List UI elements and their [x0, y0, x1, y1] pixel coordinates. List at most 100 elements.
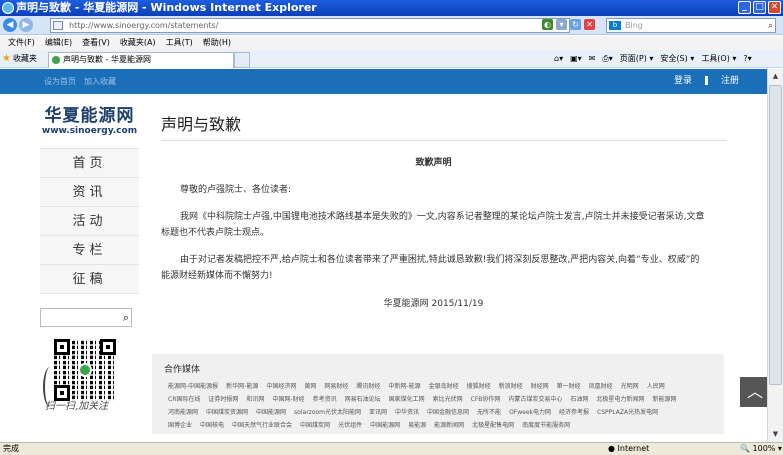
menu-edit[interactable]: 编辑(E) — [45, 38, 72, 47]
partner-link[interactable]: 中国能源网 — [256, 409, 286, 416]
home-icon[interactable]: ⌂▾ — [554, 54, 563, 63]
feeds-icon[interactable]: ▣▾ — [570, 54, 582, 63]
favorites-button[interactable]: 收藏夹 — [13, 50, 37, 68]
nav-home[interactable]: 首页 — [40, 149, 139, 178]
menu-bar: 文件(F) 编辑(E) 查看(V) 收藏夹(A) 工具(T) 帮助(H) — [0, 36, 783, 50]
partner-link[interactable]: 中国天然气行业联合会 — [232, 422, 292, 429]
register-link[interactable]: 注册 — [721, 76, 739, 86]
partner-link[interactable]: 北极星配售电网 — [472, 422, 514, 429]
menu-file[interactable]: 文件(F) — [8, 38, 35, 47]
menu-favorites[interactable]: 收藏夹(A) — [120, 38, 156, 47]
stop-icon[interactable]: ✕ — [584, 19, 595, 30]
partner-link[interactable]: 第一财经 — [557, 383, 581, 390]
partner-link[interactable]: 金银岛财经 — [429, 383, 459, 390]
partner-link[interactable]: 光伏组件 — [338, 422, 362, 429]
partner-link[interactable]: 腾讯财经 — [356, 383, 380, 390]
partner-link[interactable]: 南度度节能服务网 — [522, 422, 570, 429]
partner-link[interactable]: 新能源网 — [652, 396, 676, 403]
partner-link[interactable]: 搜狐财经 — [467, 383, 491, 390]
search-icon[interactable]: ⌕ — [123, 311, 129, 325]
dropdown-icon[interactable]: ▾ — [556, 19, 567, 30]
back-button[interactable]: ◀ — [3, 18, 17, 32]
partner-link[interactable]: 易能源 — [408, 422, 426, 429]
partner-link[interactable]: CFB协作网 — [471, 396, 501, 403]
browser-tab[interactable]: 声明与致歉 - 华夏能源网 — [48, 52, 234, 68]
new-tab-button[interactable] — [234, 52, 250, 68]
nav-submissions[interactable]: 征稿 — [40, 265, 139, 294]
partner-link[interactable]: 北极星电力新闻网 — [596, 396, 644, 403]
search-input[interactable]: b Bing ⌕ — [606, 18, 776, 33]
partner-link[interactable]: 能源新闻网 — [434, 422, 464, 429]
scroll-down-icon[interactable]: ▼ — [768, 427, 783, 442]
login-link[interactable]: 登录 — [674, 76, 692, 86]
compat-icon[interactable]: ◐ — [542, 19, 553, 30]
refresh-icon[interactable]: ↻ — [570, 19, 581, 30]
menu-view[interactable]: 查看(V) — [82, 38, 110, 47]
partner-link[interactable]: 财经网 — [531, 383, 549, 390]
partner-link[interactable]: 中国金融信息网 — [427, 409, 469, 416]
partner-link[interactable]: 网易石油论坛 — [345, 396, 381, 403]
partner-link[interactable]: 参考资讯 — [313, 396, 337, 403]
partner-link[interactable]: 中国核电 — [200, 422, 224, 429]
menu-help[interactable]: 帮助(H) — [203, 38, 231, 47]
partner-link[interactable]: 中新网-能源 — [388, 383, 420, 390]
url-field[interactable]: http://www.sinoergy.com/statements/ — [50, 18, 570, 33]
site-logo[interactable]: 华夏能源网 www.sinoergy.com — [40, 94, 139, 136]
site-search-input[interactable]: ⌕ — [40, 308, 132, 327]
partner-link[interactable]: 网易财经 — [324, 383, 348, 390]
minimize-button[interactable]: _ — [738, 1, 751, 14]
partner-link[interactable]: 国家煤化工网 — [389, 396, 425, 403]
article-heading: 致歉声明 — [415, 158, 452, 168]
partner-link[interactable]: 能源网-中国能源报 — [168, 383, 218, 390]
partner-link[interactable]: 国博企业 — [168, 422, 192, 429]
search-icon[interactable]: ⌕ — [768, 20, 773, 33]
partner-link[interactable]: 石油网 — [570, 396, 588, 403]
mail-icon[interactable]: ✉ — [589, 54, 596, 63]
close-button[interactable]: ✕ — [768, 1, 781, 14]
partner-link[interactable]: 中国经济网 — [266, 383, 296, 390]
nav-events[interactable]: 活动 — [40, 207, 139, 236]
partner-link[interactable]: 人民网 — [647, 383, 665, 390]
scroll-up-icon[interactable]: ▲ — [768, 69, 783, 84]
partner-link[interactable]: 中华资讯 — [395, 409, 419, 416]
star-icon[interactable]: ★ — [2, 50, 11, 68]
partner-link[interactable]: 河南能源网 — [168, 409, 198, 416]
partner-link[interactable]: 内蒙古煤炭交易中心 — [508, 396, 562, 403]
nav-news[interactable]: 资讯 — [40, 178, 139, 207]
set-homepage-link[interactable]: 设为首页 — [44, 77, 76, 86]
partner-link[interactable]: 新华网-能源 — [226, 383, 258, 390]
partner-link[interactable]: 中国煤炭资源网 — [206, 409, 248, 416]
zoom-level[interactable]: 🔍 100% ▾ — [740, 443, 782, 455]
partner-link[interactable]: 新浪财经 — [499, 383, 523, 390]
nav-columns[interactable]: 专栏 — [40, 236, 139, 265]
partner-link[interactable]: 无所不能 — [477, 409, 501, 416]
partner-link[interactable]: 索比光伏网 — [433, 396, 463, 403]
partner-link[interactable]: 亚讯网 — [369, 409, 387, 416]
partner-link[interactable]: OFweek电力网 — [509, 409, 551, 416]
help-icon[interactable]: ?▾ — [743, 54, 751, 63]
partner-link[interactable]: 中国煤炭网 — [300, 422, 330, 429]
tools-menu[interactable]: 工具(O) ▾ — [701, 54, 736, 63]
partner-link[interactable]: 光明网 — [621, 383, 639, 390]
print-icon[interactable]: ⎙▾ — [602, 54, 612, 63]
page-menu[interactable]: 页面(P) ▾ — [620, 54, 654, 63]
menu-tools[interactable]: 工具(T) — [166, 38, 193, 47]
qr-code — [54, 339, 116, 401]
partner-link[interactable]: CR国际在线 — [168, 396, 200, 403]
partner-link[interactable]: 证券时报网 — [208, 396, 238, 403]
partner-link[interactable]: 凤凰财经 — [589, 383, 613, 390]
forward-button[interactable]: ▶ — [19, 18, 33, 32]
partner-link[interactable]: 和讯网 — [246, 396, 264, 403]
maximize-button[interactable]: □ — [753, 1, 766, 14]
partner-link[interactable]: CSPPLAZA光热发电网 — [597, 409, 658, 416]
safety-menu[interactable]: 安全(S) ▾ — [660, 54, 694, 63]
back-to-top-button[interactable]: ︿ — [740, 377, 770, 407]
partner-link[interactable]: 经济参考报 — [559, 409, 589, 416]
scrollbar[interactable]: ▲ ▼ — [767, 69, 783, 442]
add-favorite-link[interactable]: 加入收藏 — [84, 77, 116, 86]
scroll-thumb[interactable] — [769, 85, 782, 385]
partner-link[interactable]: 中国网-财经 — [272, 396, 304, 403]
partner-link[interactable]: 黄网 — [304, 383, 316, 390]
partner-link[interactable]: 中国能源网 — [370, 422, 400, 429]
partner-link[interactable]: solarzoom光伏太阳能网 — [294, 409, 361, 416]
